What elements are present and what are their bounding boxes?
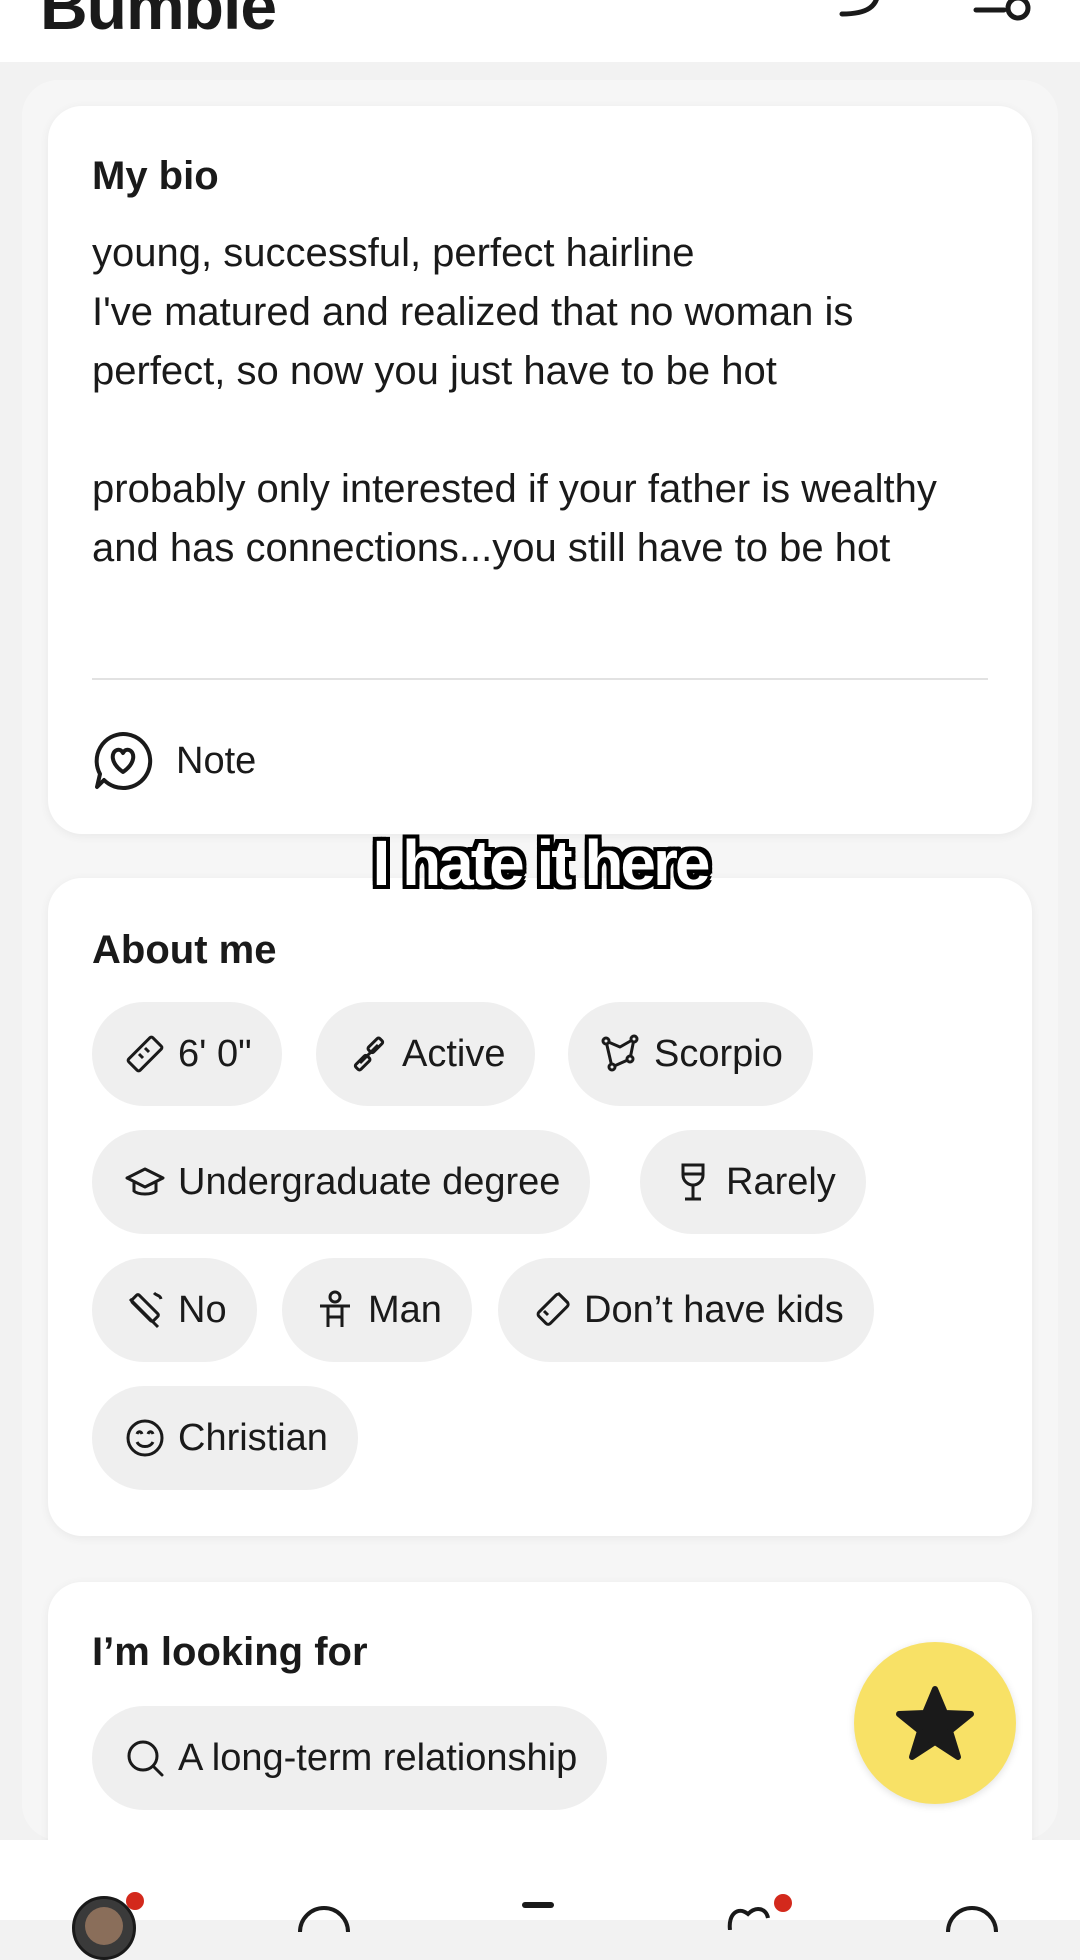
note-label: Note [176, 739, 257, 782]
graduation-cap-icon [125, 1167, 165, 1196]
divider [92, 678, 988, 680]
note-button[interactable]: Note [92, 728, 256, 794]
no-smoking-icon [128, 1291, 163, 1329]
chip-drinking: Rarely [640, 1130, 866, 1234]
chip-relationship-goal: A long-term relationship [92, 1706, 608, 1810]
chip-education: Undergraduate degree [92, 1130, 591, 1234]
chip-label: Undergraduate degree [178, 1160, 561, 1203]
app-logo: Bumble [40, 0, 277, 43]
bottom-navigation [0, 1840, 1080, 1960]
chip-label: A long-term relationship [178, 1736, 578, 1779]
chip-height: 6' 0" [92, 1002, 282, 1106]
chip-label: Man [368, 1288, 442, 1331]
ruler-icon [126, 1035, 164, 1073]
about-title: About me [92, 928, 277, 972]
notification-dot [126, 1892, 144, 1910]
person-icon [320, 1290, 350, 1327]
heart-chat-icon [94, 731, 153, 790]
baby-bottle-icon [536, 1291, 570, 1326]
chip-gender: Man [282, 1258, 472, 1362]
chip-label: Scorpio [654, 1032, 783, 1075]
bio-card: My bio young, successful, perfect hairli… [48, 106, 1032, 834]
chip-label: Rarely [726, 1160, 836, 1203]
video-caption: I hate it here [372, 827, 711, 899]
looking-for-title: I’m looking for [92, 1630, 368, 1674]
avatar [85, 1907, 123, 1945]
notification-dot [774, 1894, 792, 1912]
bio-title: My bio [92, 154, 219, 198]
nav-people-icon[interactable] [522, 1902, 554, 1908]
about-card: About me 6' 0" Active Scorpio Undergradu… [48, 878, 1032, 1536]
chip-label: No [178, 1288, 227, 1331]
nav-discover-icon[interactable] [296, 1902, 352, 1932]
chip-kids: Don’t have kids [498, 1258, 874, 1362]
superswipe-button[interactable] [854, 1642, 1016, 1804]
top-bar: Bumble [0, 0, 1080, 62]
chip-label: Christian [178, 1416, 328, 1459]
chip-label: 6' 0" [178, 1032, 252, 1075]
star-icon [896, 1686, 974, 1760]
chip-exercise: Active [316, 1002, 536, 1106]
search-icon [127, 1740, 164, 1777]
nav-chats-icon[interactable] [944, 1902, 1000, 1932]
filter-icon[interactable] [972, 0, 1036, 30]
chip-label: Don’t have kids [584, 1288, 844, 1331]
smiley-icon [126, 1419, 164, 1457]
chip-zodiac: Scorpio [568, 1002, 813, 1106]
wine-glass-icon [681, 1163, 705, 1201]
bio-text: young, successful, perfect hairline I've… [92, 231, 937, 570]
chip-smoking: No [92, 1258, 257, 1362]
rewind-icon[interactable] [838, 0, 888, 26]
chip-religion: Christian [92, 1386, 358, 1490]
constellation-icon [601, 1034, 639, 1072]
chip-label: Active [402, 1032, 506, 1075]
dumbbell-icon [353, 1036, 385, 1072]
